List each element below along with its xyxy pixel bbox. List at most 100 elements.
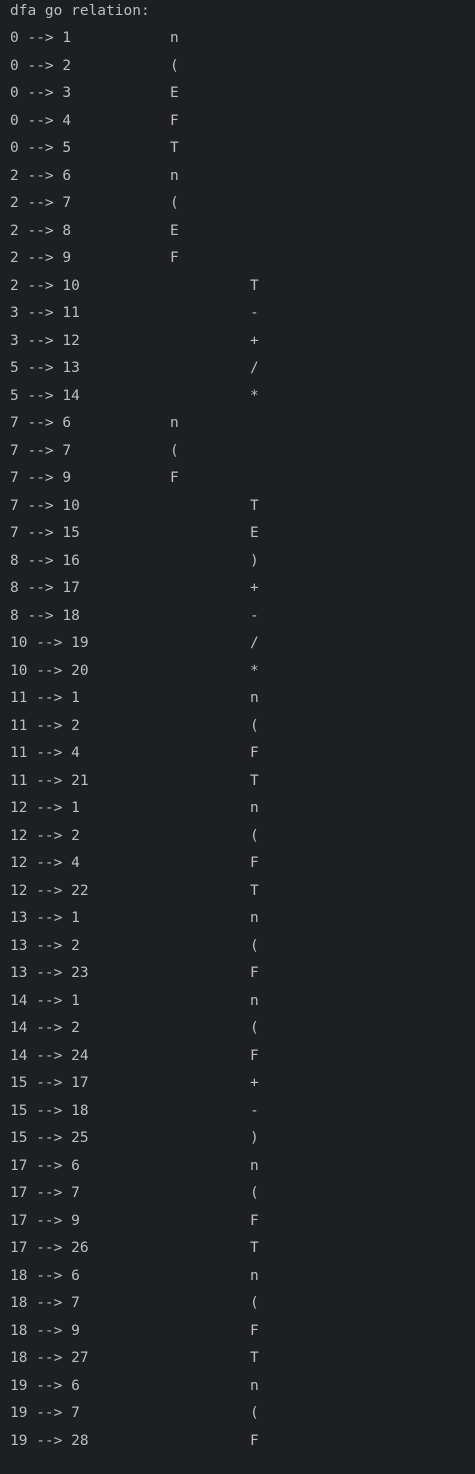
relation-edge: 8 --> 18 — [10, 607, 80, 624]
relation-symbol: ( — [250, 1295, 259, 1311]
relation-edge: 14 --> 2 — [10, 1020, 80, 1036]
relation-edge: 17 --> 26 — [10, 1240, 89, 1256]
relation-symbol: n — [250, 690, 259, 706]
relation-symbol: F — [250, 1322, 259, 1339]
relation-line: 0 --> 1 n — [10, 25, 470, 53]
relation-symbol: E — [170, 222, 179, 239]
relation-symbol: T — [250, 277, 259, 294]
relation-symbol: ( — [250, 1020, 259, 1036]
relation-line: 18 --> 6 n — [10, 1263, 470, 1291]
relation-symbol: T — [170, 140, 179, 156]
relation-symbol: T — [250, 497, 259, 514]
relation-line: 8 --> 17 + — [10, 575, 470, 603]
relation-edge: 18 --> 27 — [10, 1350, 89, 1366]
relation-symbol: - — [250, 607, 259, 624]
relation-line: 12 --> 1 n — [10, 795, 470, 823]
relation-edge: 2 --> 9 — [10, 250, 72, 266]
relation-edge: 17 --> 7 — [10, 1185, 80, 1201]
relation-symbol: n — [170, 415, 179, 431]
relation-symbol: n — [250, 1157, 259, 1174]
relation-line: 7 --> 10 T — [10, 493, 470, 521]
relation-edge: 3 --> 12 — [10, 332, 80, 349]
relation-edge: 5 --> 14 — [10, 387, 80, 404]
relation-edge: 12 --> 2 — [10, 827, 80, 844]
relation-edge: 15 --> 17 — [10, 1075, 89, 1091]
relation-line: 0 --> 5 T — [10, 135, 470, 163]
relation-line: 11 --> 2 ( — [10, 713, 470, 741]
relation-symbol: F — [250, 745, 259, 761]
relation-line: 18 --> 9 F — [10, 1318, 470, 1346]
relation-line: 7 --> 9 F — [10, 465, 470, 493]
relation-symbol: n — [250, 1377, 259, 1394]
relation-edge: 5 --> 13 — [10, 360, 80, 376]
relation-symbol: ( — [170, 195, 179, 211]
relation-edge: 0 --> 3 — [10, 85, 72, 101]
relation-symbol: ) — [250, 552, 259, 569]
relation-symbol: E — [250, 525, 259, 541]
relation-edge: 7 --> 9 — [10, 470, 72, 486]
relation-edge: 11 --> 1 — [10, 690, 80, 706]
relation-edge: 19 --> 7 — [10, 1405, 80, 1421]
relation-line: 0 --> 3 E — [10, 80, 470, 108]
relation-symbol: F — [170, 470, 179, 486]
relation-symbol: ( — [250, 827, 259, 844]
relation-edge: 2 --> 6 — [10, 167, 72, 184]
relation-edge: 11 --> 21 — [10, 772, 89, 789]
relation-line: 2 --> 10 T — [10, 273, 470, 301]
relation-symbol: ( — [170, 442, 179, 459]
relation-list: 0 --> 1 n 0 --> 2 (0 --> 3 E 0 --> 4 F 0 --> 5 T… — [10, 25, 470, 1455]
relation-edge: 18 --> 9 — [10, 1322, 80, 1339]
relation-line: 0 --> 2 ( — [10, 53, 470, 81]
relation-edge: 0 --> 4 — [10, 112, 72, 129]
relation-line: 3 --> 12 + — [10, 328, 470, 356]
relation-line: 2 --> 7 ( — [10, 190, 470, 218]
relation-edge: 14 --> 24 — [10, 1047, 89, 1064]
relation-symbol: ( — [170, 57, 179, 74]
relation-line: 13 --> 23 F — [10, 960, 470, 988]
relation-symbol: n — [170, 30, 179, 46]
relation-line: 7 --> 7 ( — [10, 438, 470, 466]
relation-symbol: + — [250, 580, 259, 596]
relation-line: 19 --> 7 ( — [10, 1400, 470, 1428]
relation-edge: 7 --> 10 — [10, 497, 80, 514]
relation-line: 12 --> 22 T — [10, 878, 470, 906]
relation-line: 14 --> 1 n — [10, 988, 470, 1016]
relation-symbol: * — [250, 662, 259, 679]
relation-line: 12 --> 4 F — [10, 850, 470, 878]
relation-line: 13 --> 1 n — [10, 905, 470, 933]
relation-symbol: F — [170, 112, 179, 129]
relation-edge: 11 --> 2 — [10, 717, 80, 734]
relation-symbol: T — [250, 1350, 259, 1366]
relation-edge: 0 --> 2 — [10, 57, 72, 74]
relation-symbol: T — [250, 1240, 259, 1256]
relation-line: 7 --> 6 n — [10, 410, 470, 438]
relation-edge: 12 --> 22 — [10, 882, 89, 899]
relation-edge: 7 --> 15 — [10, 525, 80, 541]
relation-edge: 13 --> 2 — [10, 937, 80, 954]
relation-edge: 13 --> 23 — [10, 965, 89, 981]
relation-edge: 2 --> 10 — [10, 277, 80, 294]
relation-symbol: F — [250, 1047, 259, 1064]
relation-line: 12 --> 2 ( — [10, 823, 470, 851]
relation-line: 8 --> 16) — [10, 548, 470, 576]
relation-edge: 0 --> 5 — [10, 140, 72, 156]
relation-symbol: T — [250, 772, 259, 789]
relation-line: 17 --> 26 T — [10, 1235, 470, 1263]
relation-edge: 7 --> 6 — [10, 415, 72, 431]
relation-symbol: ( — [250, 937, 259, 954]
relation-line: 15 --> 25) — [10, 1125, 470, 1153]
relation-edge: 15 --> 25 — [10, 1130, 89, 1146]
relation-symbol: ( — [250, 1405, 259, 1421]
relation-symbol: * — [250, 387, 259, 404]
relation-line: 2 --> 6 n — [10, 163, 470, 191]
relation-line: 19 --> 6 n — [10, 1373, 470, 1401]
relation-line: 14 --> 24 F — [10, 1043, 470, 1071]
relation-line: 17 --> 9 F — [10, 1208, 470, 1236]
relation-line: 15 --> 18 - — [10, 1098, 470, 1126]
relation-edge: 0 --> 1 — [10, 30, 72, 46]
relation-symbol: + — [250, 1075, 259, 1091]
relation-line: 7 --> 15 E — [10, 520, 470, 548]
relation-line: 11 --> 1 n — [10, 685, 470, 713]
relation-edge: 8 --> 16 — [10, 552, 80, 569]
relation-line: 18 --> 27 T — [10, 1345, 470, 1373]
